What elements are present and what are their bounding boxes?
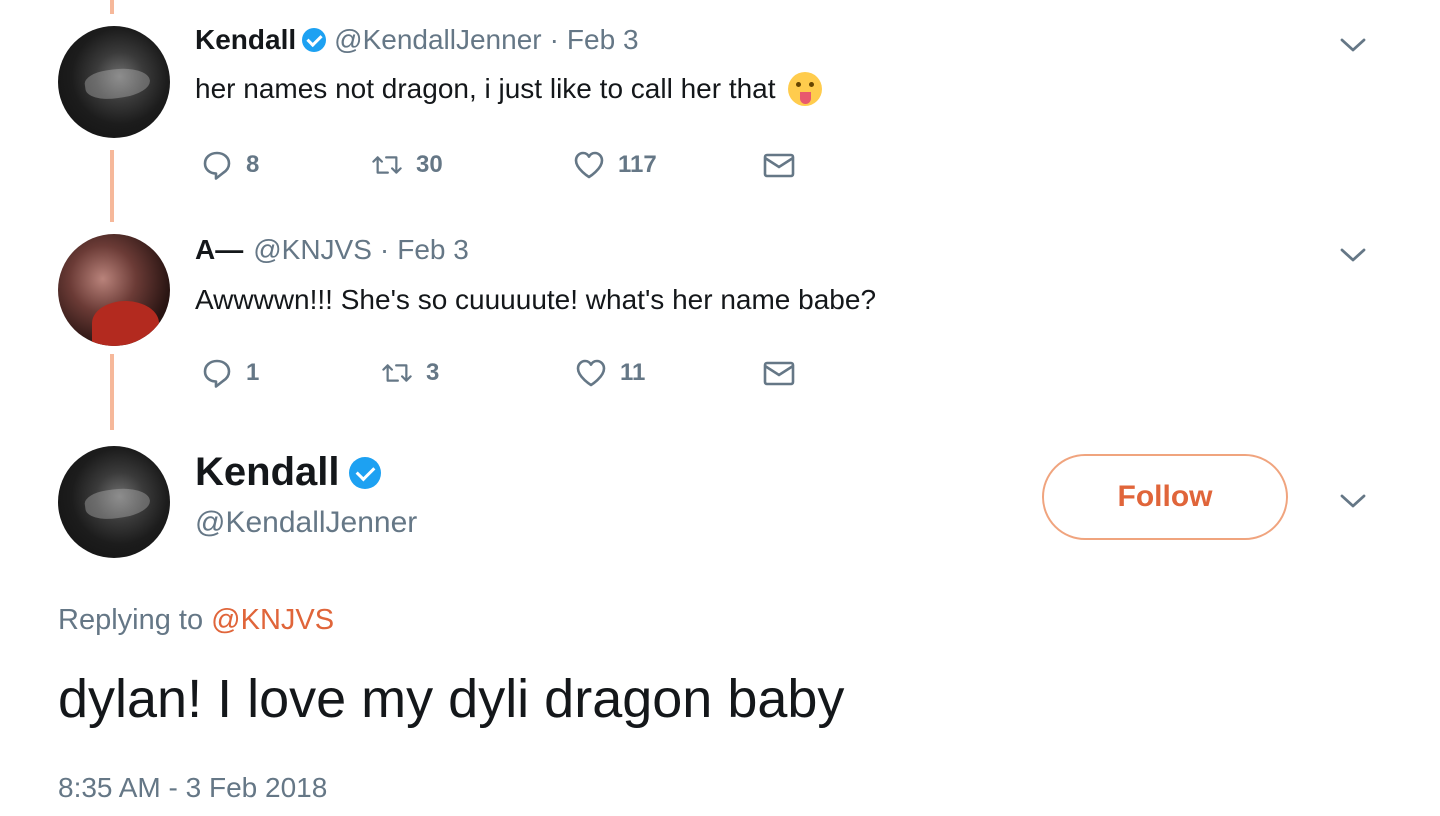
chevron-down-icon [1340, 494, 1366, 508]
author-name[interactable]: Kendall [195, 24, 296, 56]
verified-badge-icon [302, 28, 327, 52]
tweet-menu-button[interactable] [1336, 242, 1370, 268]
retweet-icon [382, 364, 412, 382]
heart-icon [576, 359, 606, 387]
separator-dot: · [549, 24, 559, 55]
reply-count: 8 [246, 151, 260, 178]
retweet-button[interactable]: 3 [380, 356, 439, 390]
like-count: 117 [618, 151, 657, 178]
verified-badge-icon [349, 456, 382, 489]
tweet-header: Kendall @KendallJenner · Feb 3 [195, 24, 639, 56]
separator-dot: · [379, 234, 390, 265]
retweet-count: 30 [416, 151, 443, 178]
author-handle[interactable]: @KendallJenner [334, 24, 541, 56]
author-name[interactable]: A— [195, 234, 243, 266]
author-handle[interactable]: @KendallJenner [195, 506, 417, 540]
tweet-date[interactable]: Feb 3 [397, 234, 469, 266]
tweet-header: A— @KNJVS · Feb 3 [195, 234, 469, 266]
envelope-icon [763, 153, 795, 178]
thread-line [110, 354, 114, 430]
chevron-down-icon [1340, 248, 1366, 262]
thread-line [110, 150, 114, 222]
avatar[interactable] [58, 446, 170, 558]
avatar[interactable] [58, 234, 170, 346]
direct-message-button[interactable] [762, 356, 796, 390]
replying-to: Replying to @KNJVS [58, 604, 334, 637]
thread-line [110, 0, 114, 14]
tweet-text-content: her names not dragon, i just like to cal… [195, 73, 776, 104]
tweet-timestamp[interactable]: 8:35 AM - 3 Feb 2018 [58, 772, 327, 804]
avatar[interactable] [58, 26, 170, 138]
chevron-down-icon [1340, 38, 1366, 52]
author-handle[interactable]: @KNJVS [253, 234, 372, 266]
like-button[interactable]: 11 [574, 356, 645, 390]
reply-icon [203, 151, 231, 180]
tweet-text: Awwwwn!!! She's so cuuuuute! what's her … [195, 284, 876, 316]
tweet-text-content: Awwwwn!!! She's so cuuuuute! what's her … [195, 284, 877, 315]
reply-icon [203, 359, 231, 388]
direct-message-button[interactable] [762, 148, 796, 182]
retweet-button[interactable]: 30 [370, 148, 443, 182]
tweet-text: dylan! I love my dyli dragon baby [58, 669, 845, 729]
reply-count: 1 [246, 359, 260, 386]
tweet-date[interactable]: Feb 3 [567, 24, 639, 56]
retweet-icon [372, 156, 402, 174]
heart-icon [574, 151, 604, 179]
tongue-out-emoji-icon [787, 72, 822, 106]
tweet-text: her names not dragon, i just like to cal… [195, 72, 822, 106]
reply-button[interactable]: 8 [200, 148, 259, 182]
author-name[interactable]: Kendall [195, 450, 339, 495]
like-button[interactable]: 117 [572, 148, 657, 182]
replying-to-label: Replying to [58, 604, 204, 636]
replying-to-mention[interactable]: @KNJVS [211, 604, 334, 636]
retweet-count: 3 [426, 359, 440, 386]
reply-button[interactable]: 1 [200, 356, 259, 390]
tweet-menu-button[interactable] [1336, 488, 1370, 514]
like-count: 11 [620, 359, 646, 386]
follow-button[interactable]: Follow [1042, 454, 1288, 540]
author-name-row: Kendall [195, 450, 389, 495]
envelope-icon [763, 361, 795, 386]
tweet-menu-button[interactable] [1336, 32, 1370, 58]
